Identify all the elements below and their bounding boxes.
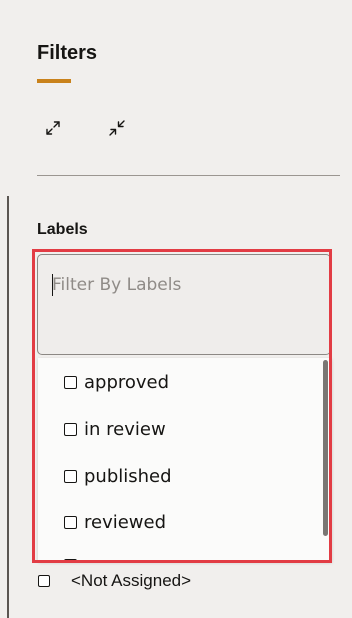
checkbox[interactable] bbox=[64, 375, 77, 389]
collapse-arrows-icon bbox=[109, 120, 125, 136]
checkbox[interactable] bbox=[64, 515, 77, 529]
expand-arrows-icon bbox=[46, 121, 60, 135]
option-label: in review bbox=[84, 418, 166, 440]
checkbox[interactable] bbox=[38, 575, 50, 587]
collapse-all-button[interactable] bbox=[105, 116, 129, 140]
panel-title: Filters bbox=[37, 42, 98, 64]
label-option-reviewed[interactable]: reviewed bbox=[64, 508, 166, 536]
label-option-approved[interactable]: approved bbox=[64, 368, 169, 396]
label-option-partial[interactable] bbox=[64, 551, 84, 562]
scrollbar-thumb[interactable] bbox=[323, 360, 328, 536]
label-option-published[interactable]: published bbox=[64, 462, 172, 490]
not-assigned-label: <Not Assigned> bbox=[71, 571, 192, 590]
expand-all-button[interactable] bbox=[41, 116, 65, 140]
dropdown-scrollbar[interactable] bbox=[322, 358, 330, 562]
title-underline bbox=[37, 79, 71, 83]
panel-left-border bbox=[7, 196, 9, 618]
filter-labels-input[interactable] bbox=[37, 254, 331, 355]
section-divider bbox=[37, 175, 340, 176]
text-caret bbox=[52, 274, 53, 296]
checkbox[interactable] bbox=[64, 558, 77, 562]
labels-heading: Labels bbox=[37, 221, 88, 238]
option-label: reviewed bbox=[84, 511, 167, 533]
label-option-in-review[interactable]: in review bbox=[64, 415, 166, 443]
labels-dropdown-list: approved in review published reviewed bbox=[38, 358, 332, 562]
option-label: approved bbox=[84, 371, 170, 393]
checkbox[interactable] bbox=[64, 469, 77, 483]
not-assigned-option[interactable]: <Not Assigned> bbox=[38, 569, 191, 593]
option-label: published bbox=[84, 465, 172, 487]
checkbox[interactable] bbox=[64, 422, 77, 436]
